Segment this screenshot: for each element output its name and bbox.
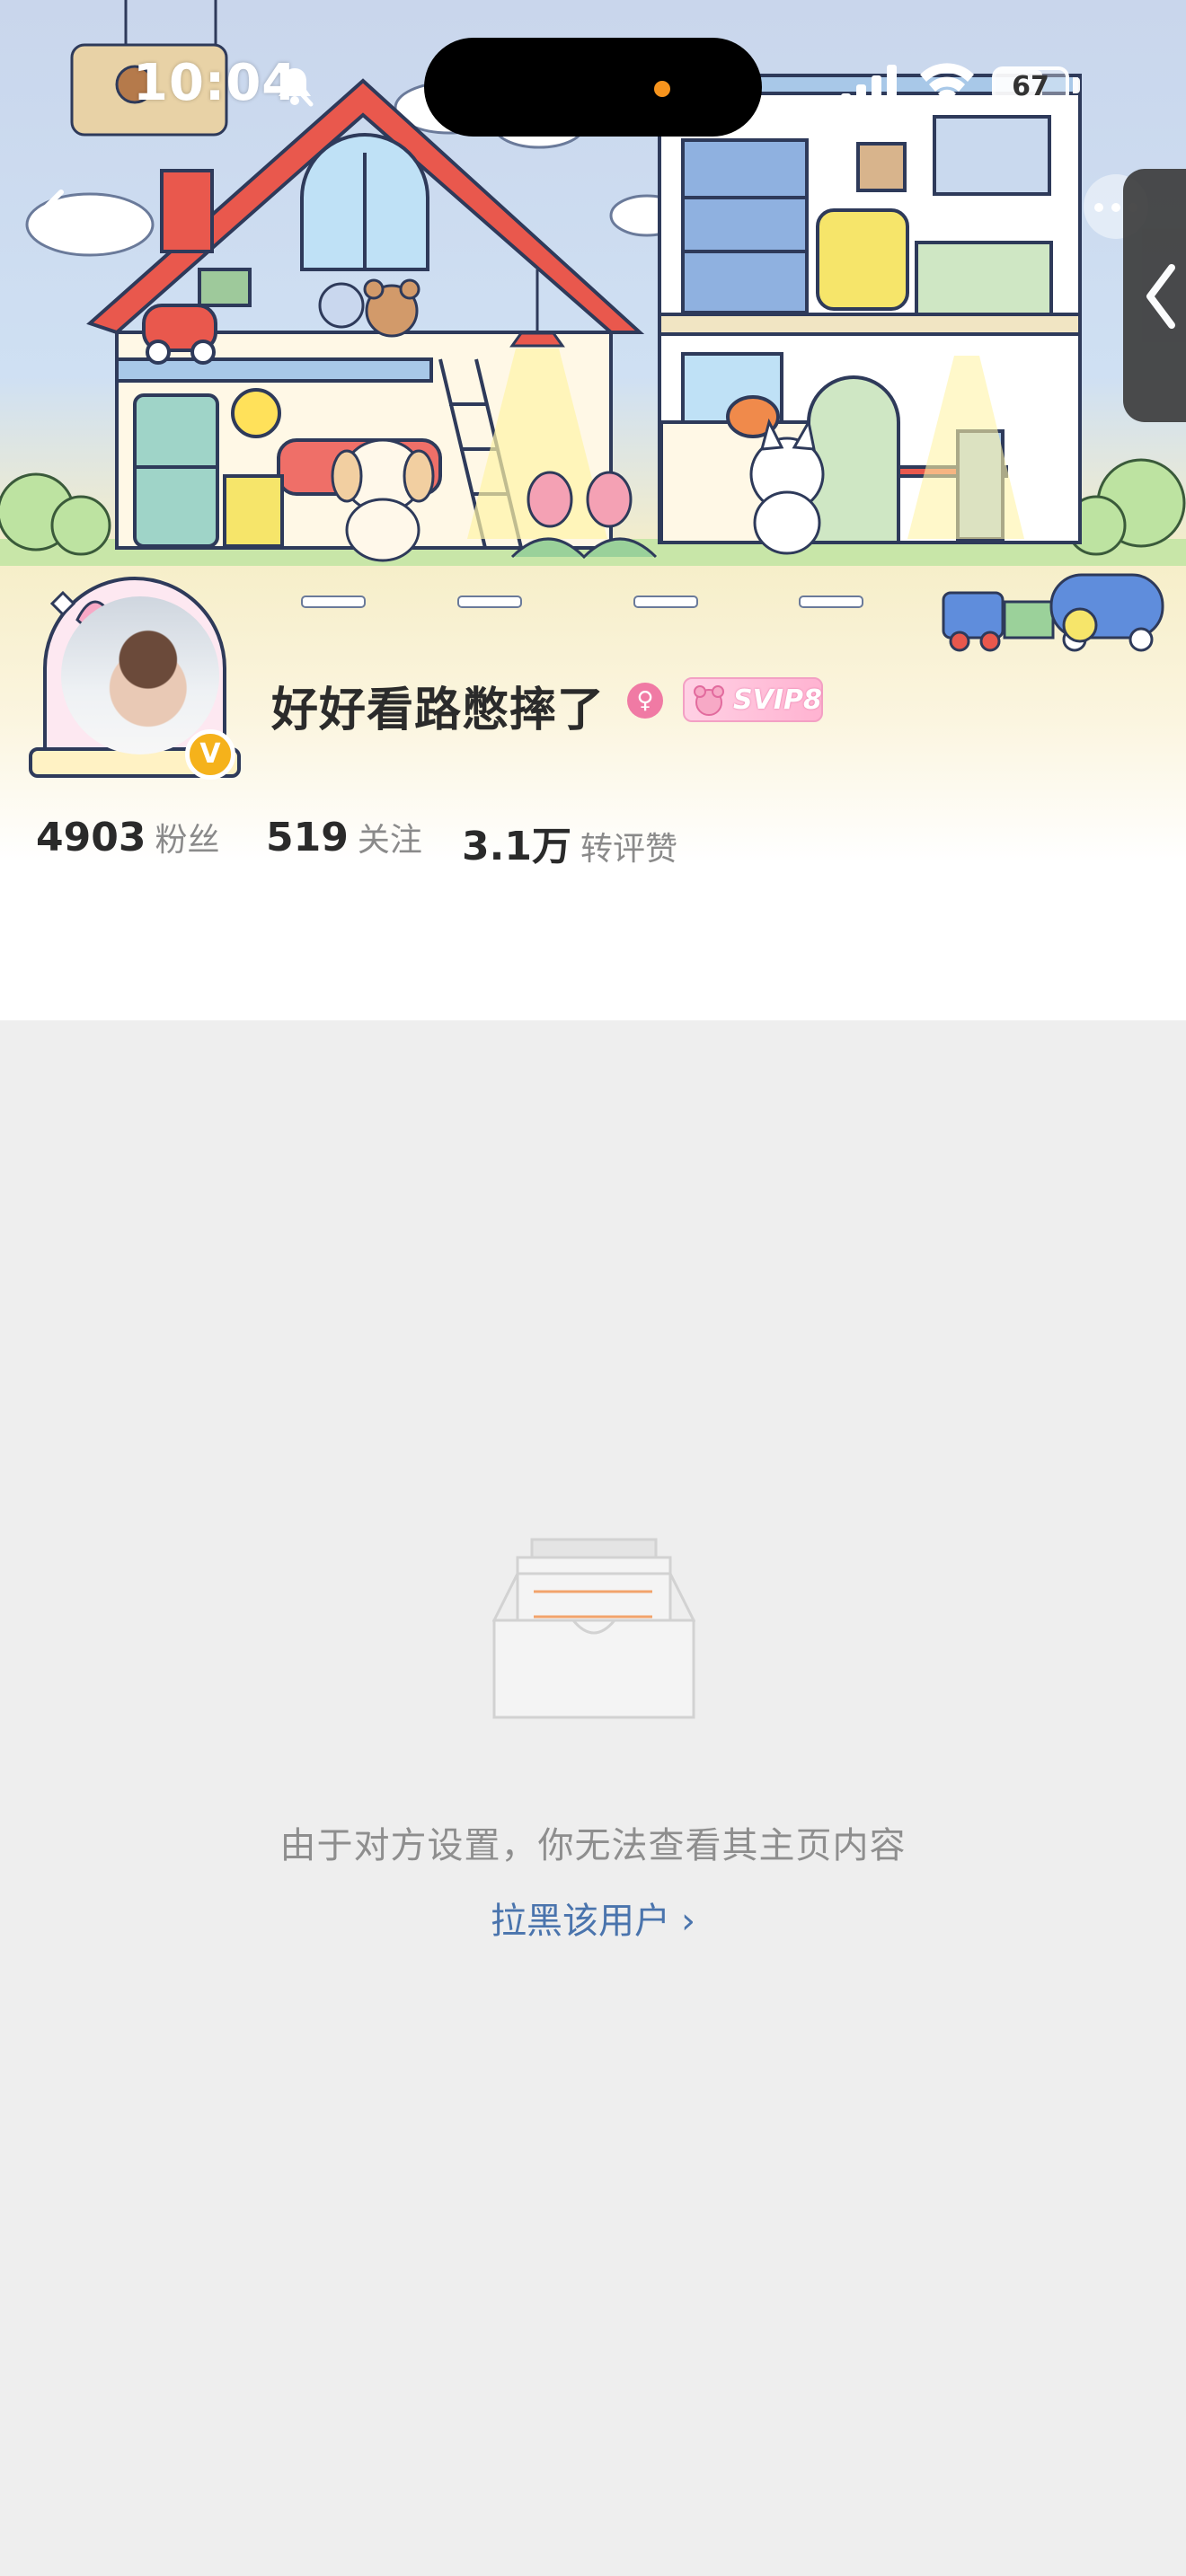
block-user-link[interactable]: 拉黑该用户 › <box>0 1892 1186 1944</box>
side-panel-tab[interactable] <box>1123 169 1186 422</box>
more-dot <box>1111 203 1120 212</box>
empty-box-icon <box>492 1538 695 1719</box>
privacy-indicator-dot <box>654 81 670 97</box>
bear-icon <box>694 685 724 716</box>
stat-number: 4903 <box>36 815 146 860</box>
profile-header: 10:04 67 V 好好看路憋摔了 ♀ SVIP8 4903 粉丝 519 关… <box>0 0 1186 1020</box>
bell-off-icon <box>276 66 314 107</box>
wifi-icon <box>920 63 974 104</box>
verified-badge: V <box>185 729 235 780</box>
stat-likes[interactable]: 3.1万 转评赞 <box>462 814 677 871</box>
svip-label: SVIP8 <box>733 684 822 716</box>
back-button[interactable] <box>27 185 81 239</box>
stat-number: 3.1万 <box>462 824 571 869</box>
block-user-label: 拉黑该用户 <box>491 1901 670 1942</box>
avatar <box>61 596 219 754</box>
chevron-right-icon: › <box>681 1901 695 1942</box>
profile-screen: 10:04 67 V 好好看路憋摔了 ♀ SVIP8 4903 粉丝 519 关… <box>0 0 1186 2576</box>
chevron-left-icon <box>1146 264 1175 329</box>
dynamic-island <box>424 38 762 137</box>
battery-cap <box>1073 77 1080 93</box>
stat-label: 粉丝 <box>155 822 220 859</box>
battery-percent: 67 <box>1012 71 1049 102</box>
stat-number: 519 <box>266 815 349 860</box>
battery-icon: 67 <box>992 66 1069 104</box>
more-dot <box>1094 203 1103 212</box>
stat-following[interactable]: 519 关注 <box>266 814 422 860</box>
empty-state-message: 由于对方设置，你无法查看其主页内容 <box>279 1825 907 1866</box>
stat-label: 转评赞 <box>580 831 677 868</box>
signal-icon <box>841 65 897 106</box>
svip-badge[interactable]: SVIP8 <box>683 677 823 722</box>
username: 好好看路憋摔了 <box>271 684 606 737</box>
stat-label: 关注 <box>357 822 422 859</box>
female-gender-icon: ♀ <box>627 683 663 719</box>
stat-followers[interactable]: 4903 粉丝 <box>36 814 219 860</box>
